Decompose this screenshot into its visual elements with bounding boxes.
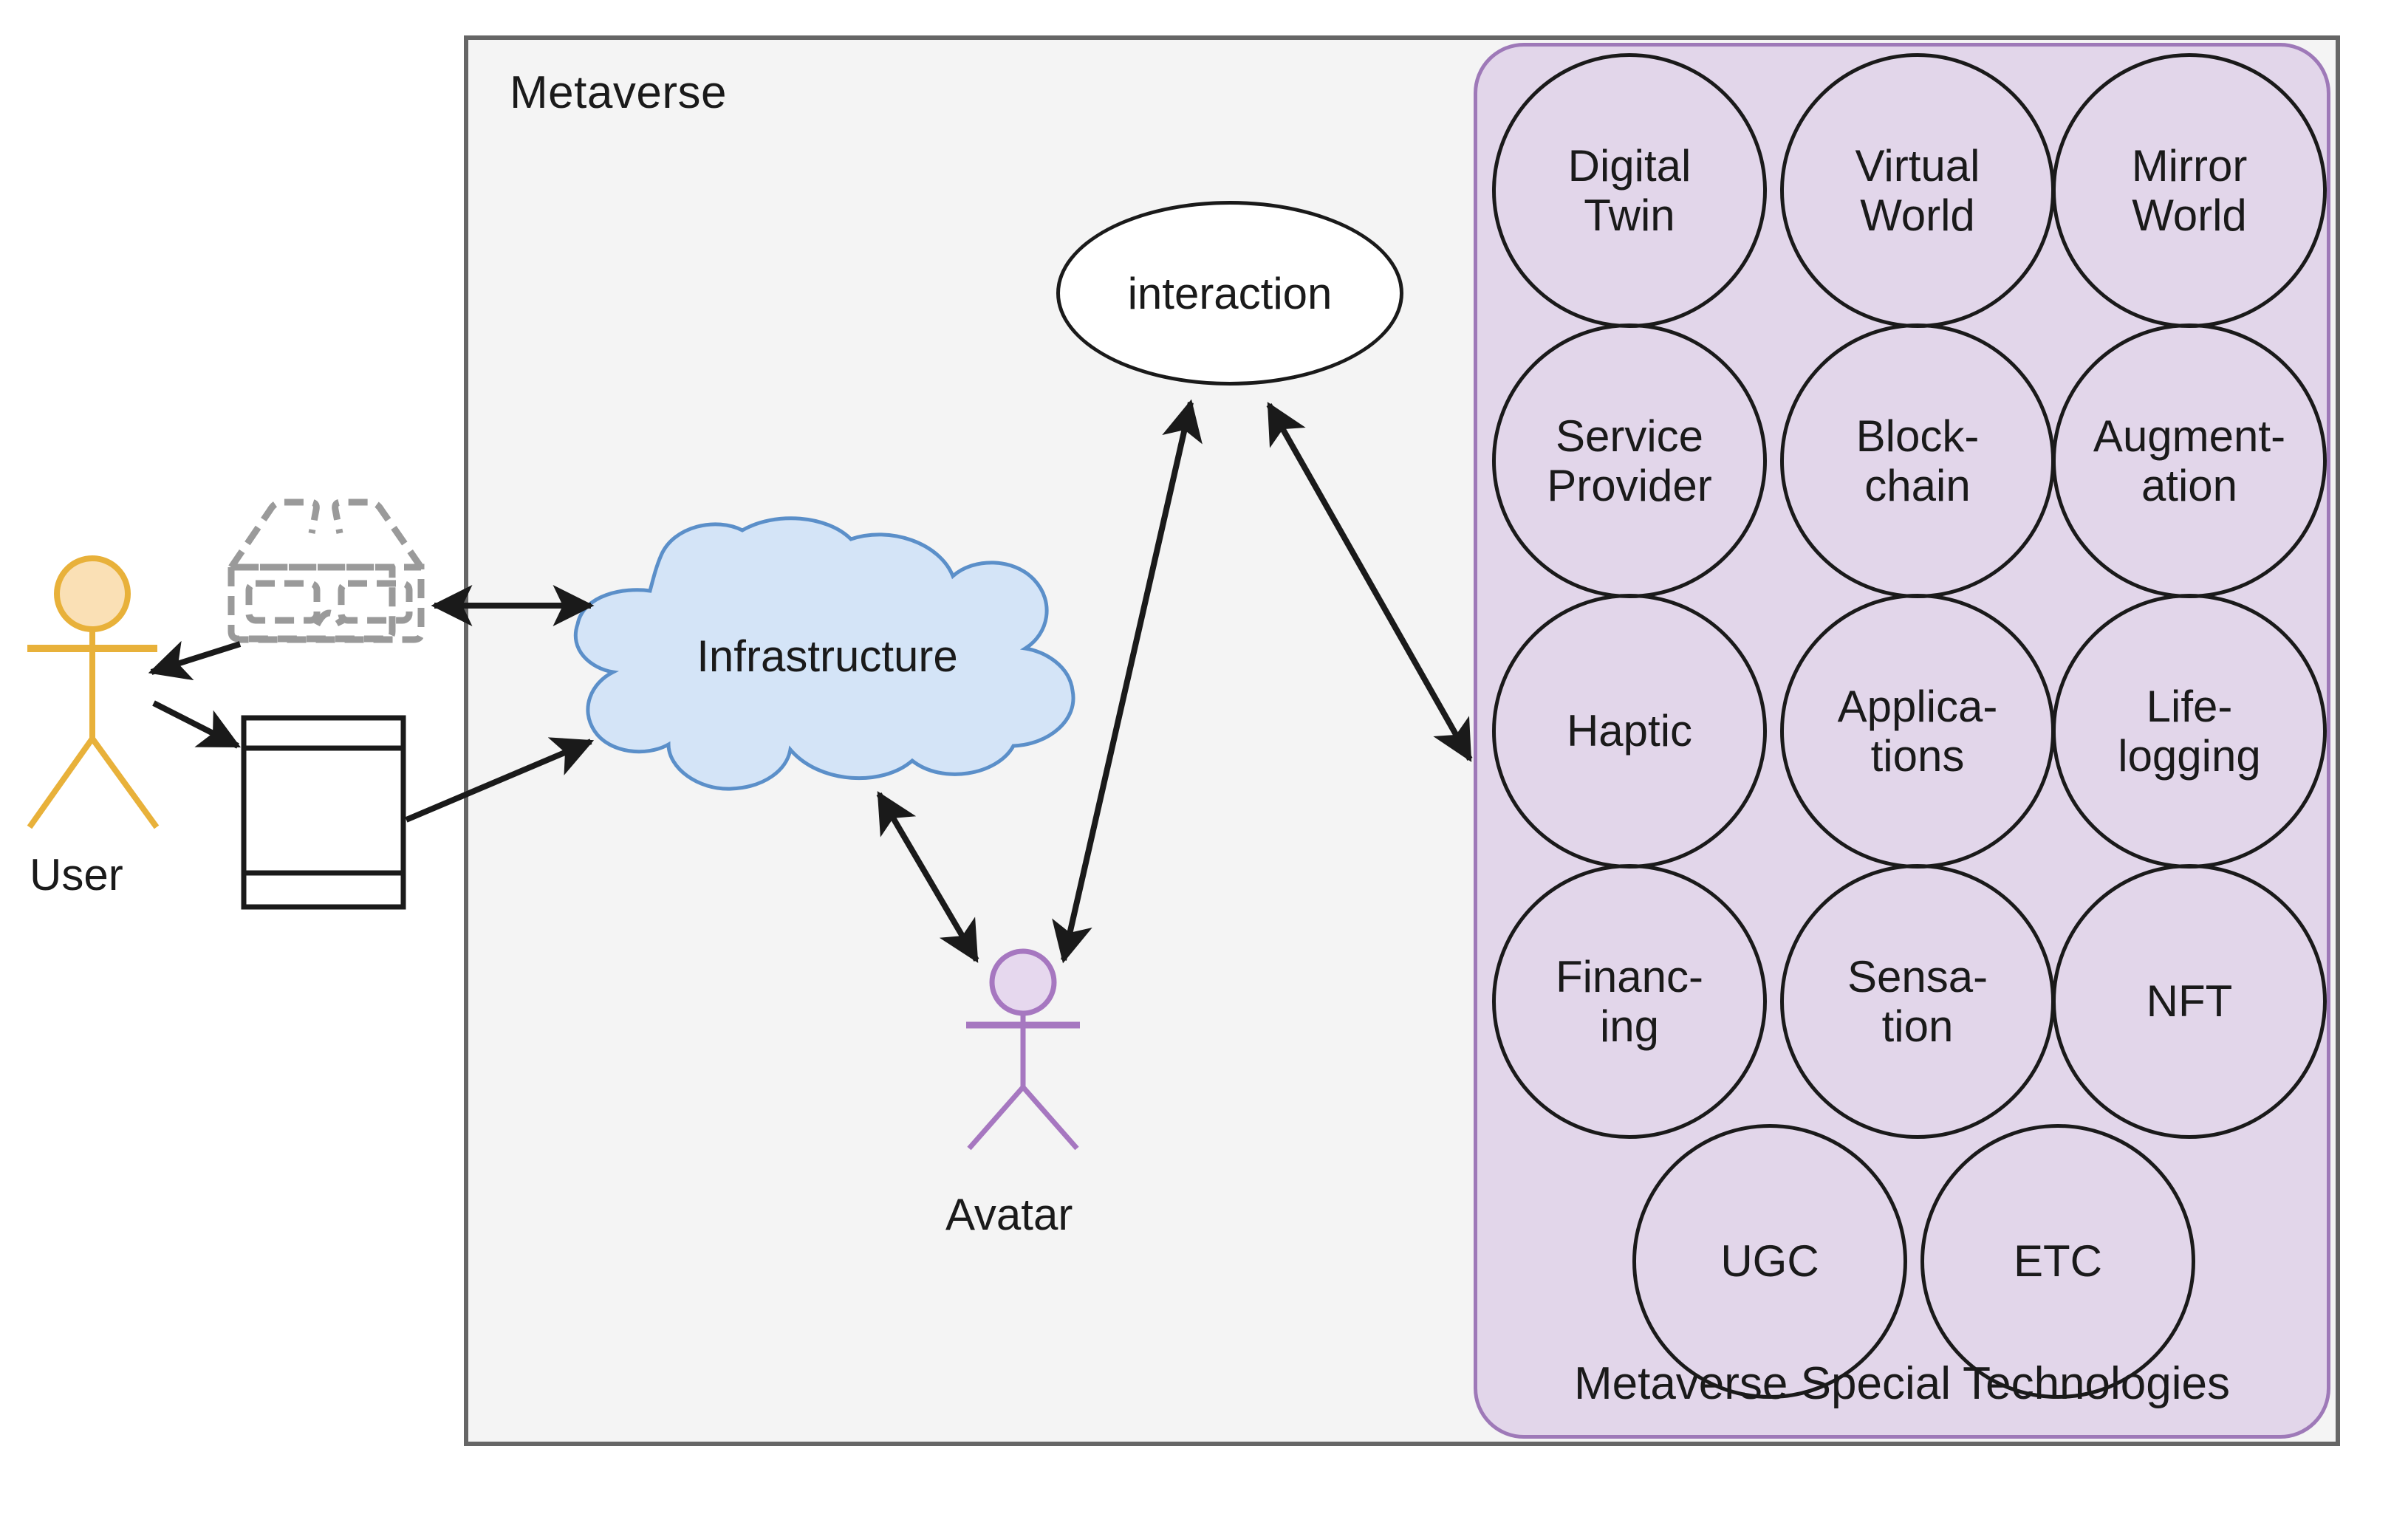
metaverse-title: Metaverse — [510, 67, 727, 118]
tech-label-line1: ETC — [2014, 1236, 2102, 1287]
diagram-canvas: Metaverse Digital Twin Virtual World Mir… — [0, 0, 2408, 1514]
tech-label-line2: World — [1860, 191, 1975, 240]
tech-circle-lifelogging[interactable]: Life- logging — [2052, 594, 2327, 869]
tech-label-line1: Augment- — [2093, 411, 2286, 461]
tech-label-line2: World — [2132, 191, 2247, 240]
tech-circle-augmentation[interactable]: Augment- ation — [2052, 323, 2327, 598]
tech-label-line1: Digital — [1567, 140, 1692, 191]
tech-circle-haptic[interactable]: Haptic — [1492, 594, 1767, 869]
tech-label-line1: Mirror — [2131, 140, 2248, 191]
tech-label-line1: Sensa- — [1847, 951, 1988, 1001]
vr-glasses-icon[interactable] — [228, 499, 425, 643]
tech-circle-virtual-world[interactable]: Virtual World — [1780, 53, 2055, 328]
tech-label-line1: Applica- — [1837, 681, 1998, 731]
user-actor-icon[interactable] — [27, 555, 160, 829]
tech-label-line2: Twin — [1584, 191, 1675, 240]
interaction-ellipse[interactable]: interaction — [1056, 201, 1403, 386]
interaction-label: interaction — [1127, 268, 1333, 318]
tech-label-line2: ing — [1599, 1001, 1660, 1051]
infrastructure-label: Infrastructure — [697, 631, 958, 681]
tech-label-line1: Financ- — [1555, 951, 1704, 1001]
tech-circle-nft[interactable]: NFT — [2052, 864, 2327, 1139]
tech-label-line2: ation — [2141, 461, 2238, 510]
arrow-glasses-to-user — [148, 640, 242, 681]
tech-circle-financing[interactable]: Financ- ing — [1492, 864, 1767, 1139]
tech-label-line2: tion — [1881, 1001, 1954, 1051]
tech-label-line1: Block- — [1855, 411, 1980, 461]
tech-circle-mirror-world[interactable]: Mirror World — [2052, 53, 2327, 328]
tech-label-line1: Haptic — [1566, 706, 1693, 756]
tech-label-line2: logging — [2118, 731, 2261, 781]
tech-circle-blockchain[interactable]: Block- chain — [1780, 323, 2055, 598]
arrow-user-to-device — [152, 700, 241, 749]
tech-panel-caption: Metaverse Special Technologies — [1573, 1358, 2231, 1409]
tech-label-line1: Virtual — [1855, 140, 1980, 191]
tech-label-line1: Service — [1555, 411, 1704, 461]
tech-label-line2: Provider — [1547, 461, 1712, 510]
tech-circle-sensation[interactable]: Sensa- tion — [1780, 864, 2055, 1139]
mobile-device-icon[interactable] — [241, 715, 406, 910]
user-label: User — [30, 850, 123, 900]
tech-label-line2: chain — [1864, 461, 1971, 510]
tech-label-line1: NFT — [2146, 976, 2233, 1027]
avatar-label: Avatar — [945, 1190, 1073, 1239]
tech-label-line1: UGC — [1720, 1236, 1819, 1287]
tech-label-line1: Life- — [2146, 681, 2233, 731]
tech-circle-applications[interactable]: Applica- tions — [1780, 594, 2055, 869]
tech-circle-service-provider[interactable]: Service Provider — [1492, 323, 1767, 598]
infrastructure-cloud[interactable]: Infrastructure — [569, 532, 1086, 790]
tech-circle-digital-twin[interactable]: Digital Twin — [1492, 53, 1767, 328]
tech-label-line2: tions — [1870, 731, 1965, 781]
